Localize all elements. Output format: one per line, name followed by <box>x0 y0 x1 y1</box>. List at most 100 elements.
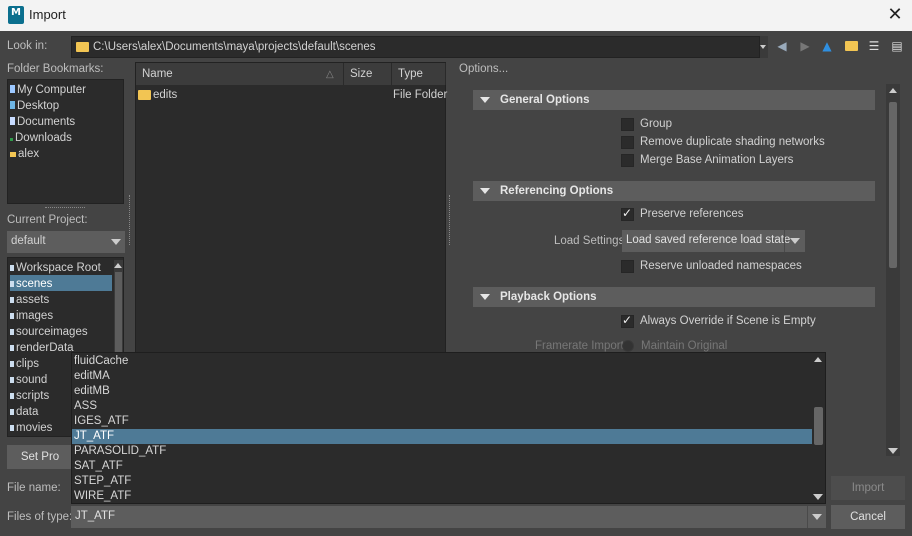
table-row[interactable]: edits File Folder <box>136 87 447 105</box>
chevron-down-icon <box>812 514 822 520</box>
tree-item-sourceimages[interactable]: sourceimages <box>10 324 88 340</box>
group-checkbox[interactable] <box>621 118 634 131</box>
list-item[interactable]: editMB <box>72 384 812 399</box>
bookmarks-list[interactable]: My Computer Desktop Documents Downloads … <box>7 79 124 204</box>
chevron-down-icon <box>790 238 800 244</box>
remove-duplicate-label: Remove duplicate shading networks <box>640 136 825 148</box>
list-item[interactable]: STEP_ATF <box>72 474 812 489</box>
tree-item-assets[interactable]: assets <box>10 292 49 308</box>
list-item[interactable]: ASS <box>72 399 812 414</box>
cancel-button[interactable]: Cancel <box>831 505 905 529</box>
reserve-namespaces-checkbox[interactable] <box>621 260 634 273</box>
files-of-type-dropdown[interactable]: JT_ATF <box>71 506 826 528</box>
list-item[interactable]: editMA <box>72 369 812 384</box>
merge-animation-checkbox[interactable] <box>621 154 634 167</box>
preserve-references-checkbox[interactable] <box>621 206 634 221</box>
scroll-up-icon[interactable] <box>114 263 122 268</box>
collapse-icon <box>480 97 490 103</box>
tree-item-images[interactable]: images <box>10 308 53 324</box>
list-item[interactable]: fluidCache <box>72 354 812 369</box>
section-playback-options[interactable]: Playback Options <box>473 287 875 307</box>
file-list[interactable]: Name △ Size Type edits File Folder <box>135 62 447 354</box>
bookmark-item[interactable]: My Computer <box>10 82 86 98</box>
load-settings-dropdown[interactable]: Load saved reference load state <box>622 230 805 252</box>
tree-item-data[interactable]: data <box>10 404 38 420</box>
dropdown-scrollbar-thumb[interactable] <box>814 407 823 445</box>
scroll-down-icon[interactable] <box>813 494 823 500</box>
sort-ascending-icon: △ <box>326 69 334 80</box>
splitter-handle[interactable] <box>449 195 451 245</box>
maintain-original-label: Maintain Original <box>641 340 728 352</box>
section-title: Playback Options <box>500 291 597 303</box>
bookmark-item[interactable]: Documents <box>10 114 75 130</box>
column-header-name[interactable]: Name <box>136 63 344 85</box>
tree-item-scripts[interactable]: scripts <box>10 388 49 404</box>
tree-item-clips[interactable]: clips <box>10 356 39 372</box>
options-scrollbar-thumb[interactable] <box>889 102 897 268</box>
project-dropdown[interactable]: default <box>7 231 125 253</box>
list-item-selected[interactable]: JT_ATF <box>72 429 812 444</box>
section-referencing-options[interactable]: Referencing Options <box>473 181 875 201</box>
list-item[interactable]: SAT_ATF <box>72 459 812 474</box>
always-override-checkbox[interactable] <box>621 313 634 328</box>
dropdown-scrollbar[interactable] <box>812 353 825 503</box>
current-project-label: Current Project: <box>7 214 88 226</box>
options-scrollbar[interactable] <box>886 84 900 456</box>
chevron-down-icon <box>760 45 766 49</box>
collapse-icon <box>480 294 490 300</box>
load-settings-label: Load Settings <box>554 235 625 247</box>
bookmark-item[interactable]: Desktop <box>10 98 59 114</box>
scroll-down-icon[interactable] <box>888 448 898 454</box>
load-settings-value: Load saved reference load state <box>626 234 791 246</box>
folder-icon <box>10 425 14 431</box>
list-view-icon[interactable]: ☰ <box>866 38 882 54</box>
folder-icon <box>10 377 14 383</box>
section-general-options[interactable]: General Options <box>473 90 875 110</box>
folder-icon <box>10 409 14 415</box>
list-item[interactable]: WIRE_ATF <box>72 489 812 503</box>
folder-icon <box>76 42 89 52</box>
list-item[interactable]: IGES_ATF <box>72 414 812 429</box>
new-folder-icon[interactable] <box>843 38 859 54</box>
up-folder-icon[interactable]: ▲ <box>819 38 835 54</box>
section-title: Referencing Options <box>500 185 614 197</box>
set-project-button[interactable]: Set Pro <box>7 445 73 469</box>
files-of-type-value: JT_ATF <box>75 510 116 522</box>
bookmarks-label: Folder Bookmarks: <box>7 63 104 75</box>
scroll-up-icon[interactable] <box>889 88 897 93</box>
tree-item-renderdata[interactable]: renderData <box>10 340 74 356</box>
section-title: General Options <box>500 94 590 106</box>
maintain-original-radio[interactable] <box>622 340 634 352</box>
folder-icon <box>10 329 14 335</box>
column-header-size[interactable]: Size <box>344 63 392 85</box>
downloads-icon <box>10 138 13 141</box>
look-in-dropdown-button[interactable] <box>760 36 768 58</box>
tree-scrollbar-thumb[interactable] <box>115 272 122 362</box>
tree-item-movies[interactable]: movies <box>10 420 52 436</box>
files-of-type-label: Files of type: <box>7 511 73 523</box>
collapse-icon <box>480 188 490 194</box>
import-button[interactable]: Import <box>831 476 905 500</box>
remove-duplicate-checkbox[interactable] <box>621 136 634 149</box>
column-header-type[interactable]: Type <box>392 63 446 85</box>
splitter-handle[interactable] <box>129 195 131 245</box>
project-value: default <box>11 235 46 247</box>
folder-icon <box>138 90 151 100</box>
tree-item-scenes[interactable]: scenes <box>10 276 52 292</box>
list-item[interactable]: PARASOLID_ATF <box>72 444 812 459</box>
splitter-handle[interactable] <box>45 207 85 209</box>
file-type-dropdown-list[interactable]: fluidCache editMA editMB ASS IGES_ATF JT… <box>71 352 826 504</box>
detail-view-icon[interactable]: ▤ <box>889 38 905 54</box>
scroll-up-icon[interactable] <box>814 357 822 362</box>
bookmark-item[interactable]: alex <box>10 146 39 162</box>
back-icon[interactable]: ◀ <box>774 38 790 54</box>
tree-item-sound[interactable]: sound <box>10 372 47 388</box>
tree-item-workspace-root[interactable]: Workspace Root <box>10 260 101 276</box>
forward-icon[interactable]: ▶ <box>797 38 813 54</box>
close-icon[interactable]: ✕ <box>884 4 906 26</box>
file-name-label: File name: <box>7 482 61 494</box>
bookmark-item[interactable]: Downloads <box>10 130 72 146</box>
look-in-path-field[interactable]: C:\Users\alex\Documents\maya\projects\de… <box>71 36 760 58</box>
folder-icon <box>10 313 14 319</box>
preserve-references-label: Preserve references <box>640 208 744 220</box>
